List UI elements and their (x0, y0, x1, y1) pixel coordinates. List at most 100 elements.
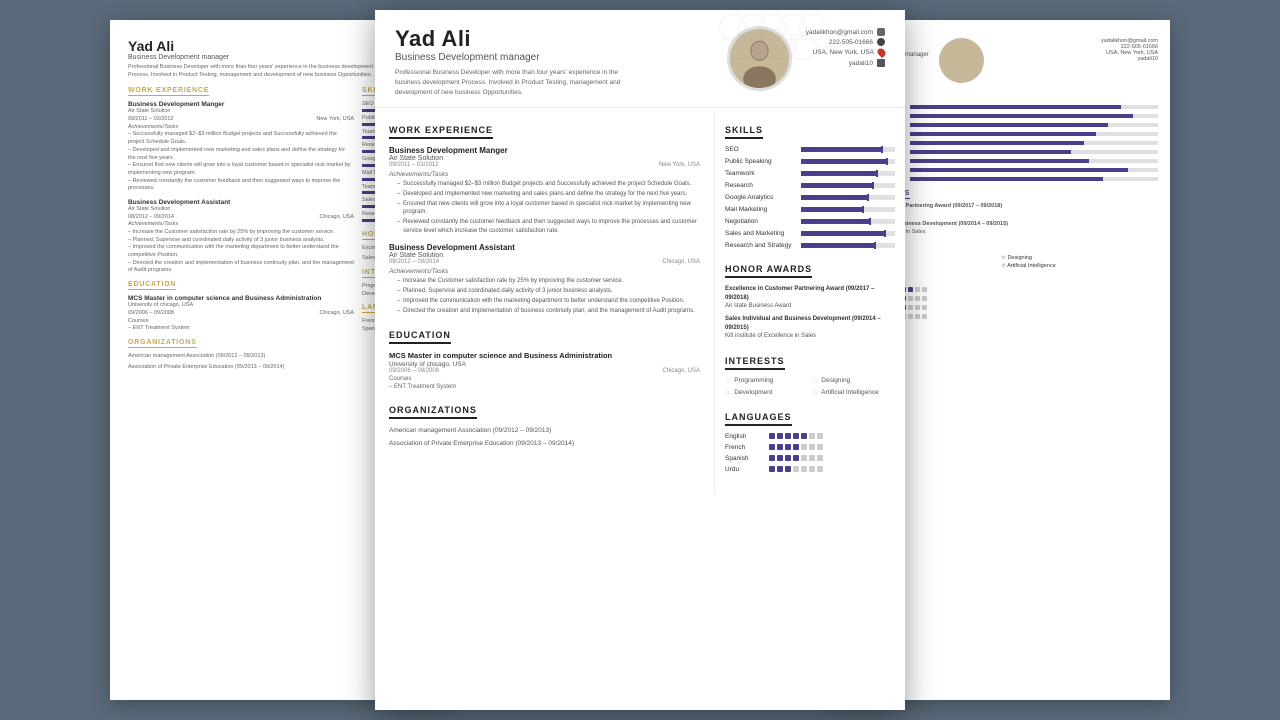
resume-container: Yad Ali Business Development manager Pro… (0, 0, 1280, 720)
skill-bar-fill (801, 231, 884, 236)
award-1: Excellence in Customer Partnering Award … (725, 285, 895, 310)
work-experience-section: WORK EXPERIENCE Business Development Man… (389, 120, 700, 315)
skill-bar-marker (874, 242, 876, 249)
skill-bar-fill (801, 207, 862, 212)
skills-heading: SKILLS (725, 125, 763, 139)
edu-school: University of chicago, USA (389, 361, 700, 368)
skill-label: Sales and Marketing (725, 230, 797, 237)
lang-dot (785, 466, 791, 472)
interest-designing: ☆ Designing (812, 377, 895, 385)
hex-decoration (705, 10, 825, 90)
header-name-block: Yad Ali Business Development manager Pro… (395, 26, 713, 97)
award-1-org: Air state Business Award (725, 303, 791, 309)
job1-meta: 09/2011 – 03/2012 New York, USA (389, 162, 700, 168)
interest-programming: ☆ Programming (725, 377, 808, 385)
skill-item: Google Analytics (725, 194, 895, 201)
lang-dot (785, 433, 791, 439)
lang-dot (793, 466, 799, 472)
lang-label: English (725, 433, 765, 440)
skill-bar (801, 147, 895, 152)
header-title: Business Development manager (395, 52, 713, 63)
skill-bar-fill (801, 171, 876, 176)
lang-dot (801, 466, 807, 472)
interest-ai: ☆ Artificial Intelligence (812, 389, 895, 397)
lang-dot (817, 444, 823, 450)
skill-bar-marker (886, 158, 888, 165)
skill-bar-marker (872, 182, 874, 189)
skill-bar-marker (876, 170, 878, 177)
language-item: Spanish (725, 455, 895, 462)
lang-dot (801, 433, 807, 439)
skill-item: Research and Strategy (725, 242, 895, 249)
job1-subtitle: Achievements/Tasks (389, 171, 700, 178)
skill-label: Negotiation (725, 218, 797, 225)
skill-label: SEO (725, 146, 797, 153)
lang-dots (769, 466, 823, 472)
lang-dot (785, 444, 791, 450)
org-item-2: Association of Private Enterprise Educat… (389, 439, 700, 448)
left-bg-name: Yad Ali (128, 38, 382, 54)
lang-dot (777, 433, 783, 439)
lang-dot (785, 455, 791, 461)
left-bg-org-heading: ORGANIZATIONS (128, 339, 197, 348)
job2-company: Air State Solution (389, 252, 700, 259)
lang-label: Urdu (725, 466, 765, 473)
edu-meta: 09/2006 – 09/2008 Chicago, USA (389, 368, 700, 374)
job2-title: Business Development Assistant (389, 243, 700, 252)
skill-bar-marker (867, 194, 869, 201)
resume-body: WORK EXPERIENCE Business Development Man… (375, 108, 905, 494)
social-value: yadali10 (849, 60, 873, 67)
skill-bar (801, 219, 895, 224)
star-icon: ☆ (725, 377, 731, 385)
lang-dot (809, 455, 815, 461)
email-icon (877, 28, 885, 36)
bullet: Directed the creation and implementation… (397, 307, 700, 315)
bullet: Reviewed constantly the customer feedbac… (397, 218, 700, 235)
lang-dot (769, 444, 775, 450)
edu-item: MCS Master in computer science and Busin… (389, 351, 700, 390)
bullet: Successfully managed $2–$3 million Budge… (397, 180, 700, 188)
skill-label: Research and Strategy (725, 242, 797, 249)
award-2: Sales Individual and Business Developmen… (725, 315, 895, 340)
edu-course: – ENT Treatment System (389, 384, 700, 390)
skills-list: SEO Public Speaking Teamwork Research (725, 146, 895, 249)
lang-dots (769, 455, 823, 461)
job1-company: Air State Solution (389, 155, 700, 162)
skill-item: Negotiation (725, 218, 895, 225)
skill-bar-fill (801, 243, 874, 248)
lang-dot (769, 466, 775, 472)
left-bg-desc: Professional Business Developer with mor… (128, 64, 382, 79)
lang-dot (817, 433, 823, 439)
award-2-org: Kilt institute of Excellence in Sales (725, 333, 816, 339)
skill-bar (801, 171, 895, 176)
skill-bar-marker (884, 230, 886, 237)
left-bg-title: Business Development manager (128, 54, 382, 61)
social-icon (877, 59, 885, 67)
skill-label: Research (725, 182, 797, 189)
skill-label: Mail Marketing (725, 206, 797, 213)
org-item-1: American management Association (09/2012… (389, 426, 700, 435)
left-bg-edu-heading: EDUCATION (128, 281, 176, 290)
left-bg-job1-title: Business Development Manger (128, 101, 354, 108)
bullet: Planned, Supervise and coordinated daily… (397, 287, 700, 295)
language-item: English (725, 433, 895, 440)
honor-awards-section: HONOR AWARDS Excellence in Customer Part… (725, 259, 895, 340)
skill-bar-marker (881, 146, 883, 153)
skill-item: Mail Marketing (725, 206, 895, 213)
education-heading: EDUCATION (389, 330, 451, 344)
interests-heading: INTERESTS (725, 356, 785, 370)
lang-dot (793, 455, 799, 461)
lang-dot (793, 433, 799, 439)
job-1: Business Development Manger Air State So… (389, 146, 700, 235)
job2-meta: 08/2012 – 09/2014 Chicago, USA (389, 259, 700, 265)
header-description: Professional Business Developer with mor… (395, 68, 625, 97)
skill-item: Research (725, 182, 895, 189)
left-bg-job2-title: Business Development Assistant (128, 199, 354, 206)
lang-dot (809, 466, 815, 472)
main-resume: Yad Ali Business Development manager Pro… (375, 10, 905, 710)
lang-dot (801, 455, 807, 461)
skill-bar (801, 159, 895, 164)
star-icon: ☆ (812, 377, 818, 385)
lang-dot (769, 433, 775, 439)
lang-dots (769, 444, 823, 450)
